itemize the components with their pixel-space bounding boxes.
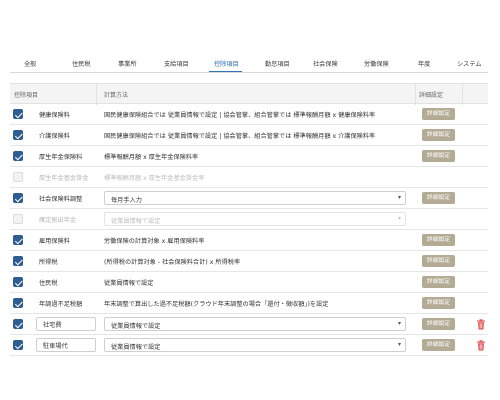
calc-method: 国民健康保険組合では 従業員情報で設定 | 協会管掌、組合管掌では 標準報酬月額… [104, 133, 376, 140]
tab-social-insurance[interactable]: 社会保険 [313, 59, 338, 68]
table-header: 控除項目 計算方法 詳細設定 [10, 83, 488, 105]
deduction-items-table: 控除項目 計算方法 詳細設定 健康保険料 国民健康保険組合では 従業員情報で設定… [10, 83, 488, 356]
table-row: 厚生年金基金掛金 標準報酬月額 x 厚生年金基金掛金率 [10, 167, 488, 188]
item-name: 健康保険料 [39, 112, 70, 119]
table-row: 社会保険料調整 毎月手入力 ▾ 詳細設定 [10, 188, 488, 209]
enable-checkbox[interactable] [13, 193, 23, 203]
item-name: 雇用保険料 [39, 238, 70, 245]
tab-system[interactable]: システム [457, 59, 482, 68]
calc-method: 標準報酬月額 x 厚生年金基金掛金率 [104, 175, 205, 182]
calc-method-select[interactable]: 従業員情報で設定 ▾ [104, 317, 406, 331]
enable-checkbox[interactable] [13, 151, 23, 161]
tab-attendance-items[interactable]: 勤怠項目 [265, 59, 290, 68]
item-name-input[interactable] [36, 338, 96, 352]
enable-checkbox[interactable] [13, 172, 23, 182]
detail-settings-button[interactable]: 詳細設定 [422, 234, 455, 246]
calc-method: 従業員情報で設定 [104, 280, 154, 287]
item-name: 厚生年金基金掛金 [39, 175, 89, 182]
tab-resident-tax[interactable]: 住民税 [72, 59, 91, 68]
item-name: 住民税 [39, 280, 58, 287]
enable-checkbox[interactable] [13, 109, 23, 119]
item-name-input[interactable] [36, 317, 96, 331]
item-name: 年調過不足税額 [39, 301, 83, 308]
detail-settings-button[interactable]: 詳細設定 [422, 318, 455, 330]
calc-method: 年末調整で算出した過不足税額(クラウド年末調整の場合「還付・徴収額」)を設定 [104, 301, 329, 308]
table-row: 年調過不足税額 年末調整で算出した過不足税額(クラウド年末調整の場合「還付・徴収… [10, 293, 488, 314]
select-value: 毎月手入力 [111, 197, 142, 204]
detail-settings-button[interactable]: 詳細設定 [422, 192, 455, 204]
header-divider [462, 84, 463, 105]
detail-settings-button[interactable]: 詳細設定 [422, 255, 455, 267]
tab-labor-insurance[interactable]: 労働保険 [364, 59, 389, 68]
tab-deduction-items[interactable]: 控除項目 [214, 59, 239, 68]
header-divider [415, 84, 416, 105]
tab-office[interactable]: 事業所 [118, 59, 137, 68]
tab-general[interactable]: 全般 [24, 59, 36, 68]
table-row: 所得税 (所得税の計算対象 - 社会保険料合計) x 所得税率 詳細設定 [10, 251, 488, 272]
item-name: 所得税 [39, 259, 58, 266]
header-detail: 詳細設定 [419, 92, 444, 99]
enable-checkbox[interactable] [13, 298, 23, 308]
enable-checkbox[interactable] [13, 214, 23, 224]
detail-settings-button[interactable]: 詳細設定 [422, 108, 455, 120]
header-calc-method: 計算方法 [104, 92, 129, 99]
tab-payment-items[interactable]: 支給項目 [164, 59, 189, 68]
detail-settings-button[interactable]: 詳細設定 [422, 150, 455, 162]
enable-checkbox[interactable] [13, 235, 23, 245]
table-row: 確定拠出年金 従業員情報で設定 ▾ [10, 209, 488, 230]
chevron-down-icon: ▾ [397, 320, 401, 327]
detail-settings-button[interactable]: 詳細設定 [422, 129, 455, 141]
select-value: 従業員情報で設定 [111, 218, 161, 225]
table-row: 従業員情報で設定 ▾ 詳細設定 [10, 314, 488, 335]
detail-settings-button[interactable]: 詳細設定 [422, 297, 455, 309]
select-value: 従業員情報で設定 [111, 323, 161, 330]
calc-method-select[interactable]: 毎月手入力 ▾ [104, 191, 406, 205]
item-name: 厚生年金保険料 [39, 154, 83, 161]
header-divider [96, 84, 97, 105]
detail-settings-button[interactable]: 詳細設定 [422, 339, 455, 351]
chevron-down-icon: ▾ [397, 341, 401, 348]
enable-checkbox[interactable] [13, 256, 23, 266]
select-value: 従業員情報で設定 [111, 344, 161, 351]
table-row: 従業員情報で設定 ▾ 詳細設定 [10, 335, 488, 356]
table-row: 雇用保険料 労働保険の計算対象 x 雇用保険料率 詳細設定 [10, 230, 488, 251]
calc-method-select[interactable]: 従業員情報で設定 ▾ [104, 212, 406, 226]
trash-icon[interactable] [476, 340, 486, 351]
chevron-down-icon: ▾ [397, 194, 401, 201]
table-row: 住民税 従業員情報で設定 詳細設定 [10, 272, 488, 293]
calc-method: 国民健康保険組合では 従業員情報で設定 | 協会管掌、組合管掌では 標準報酬月額… [104, 112, 376, 119]
item-name: 介護保険料 [39, 133, 70, 140]
chevron-down-icon: ▾ [397, 215, 401, 222]
calc-method: 標準報酬月額 x 厚生年金保険料率 [104, 154, 199, 161]
trash-icon[interactable] [476, 319, 486, 330]
calc-method-select[interactable]: 従業員情報で設定 ▾ [104, 338, 406, 352]
header-item: 控除項目 [14, 92, 39, 99]
table-row: 介護保険料 国民健康保険組合では 従業員情報で設定 | 協会管掌、組合管掌では … [10, 125, 488, 146]
detail-settings-button[interactable]: 詳細設定 [422, 276, 455, 288]
enable-checkbox[interactable] [13, 340, 23, 350]
item-name: 確定拠出年金 [39, 217, 77, 224]
tab-fiscal-year[interactable]: 年度 [418, 59, 430, 68]
enable-checkbox[interactable] [13, 319, 23, 329]
table-row: 健康保険料 国民健康保険組合では 従業員情報で設定 | 協会管掌、組合管掌では … [10, 104, 488, 125]
item-name: 社会保険料調整 [39, 196, 83, 203]
tabs-divider [10, 72, 488, 73]
enable-checkbox[interactable] [13, 277, 23, 287]
enable-checkbox[interactable] [13, 130, 23, 140]
calc-method: (所得税の計算対象 - 社会保険料合計) x 所得税率 [104, 259, 241, 266]
table-row: 厚生年金保険料 標準報酬月額 x 厚生年金保険料率 詳細設定 [10, 146, 488, 167]
calc-method: 労働保険の計算対象 x 雇用保険料率 [104, 238, 205, 245]
